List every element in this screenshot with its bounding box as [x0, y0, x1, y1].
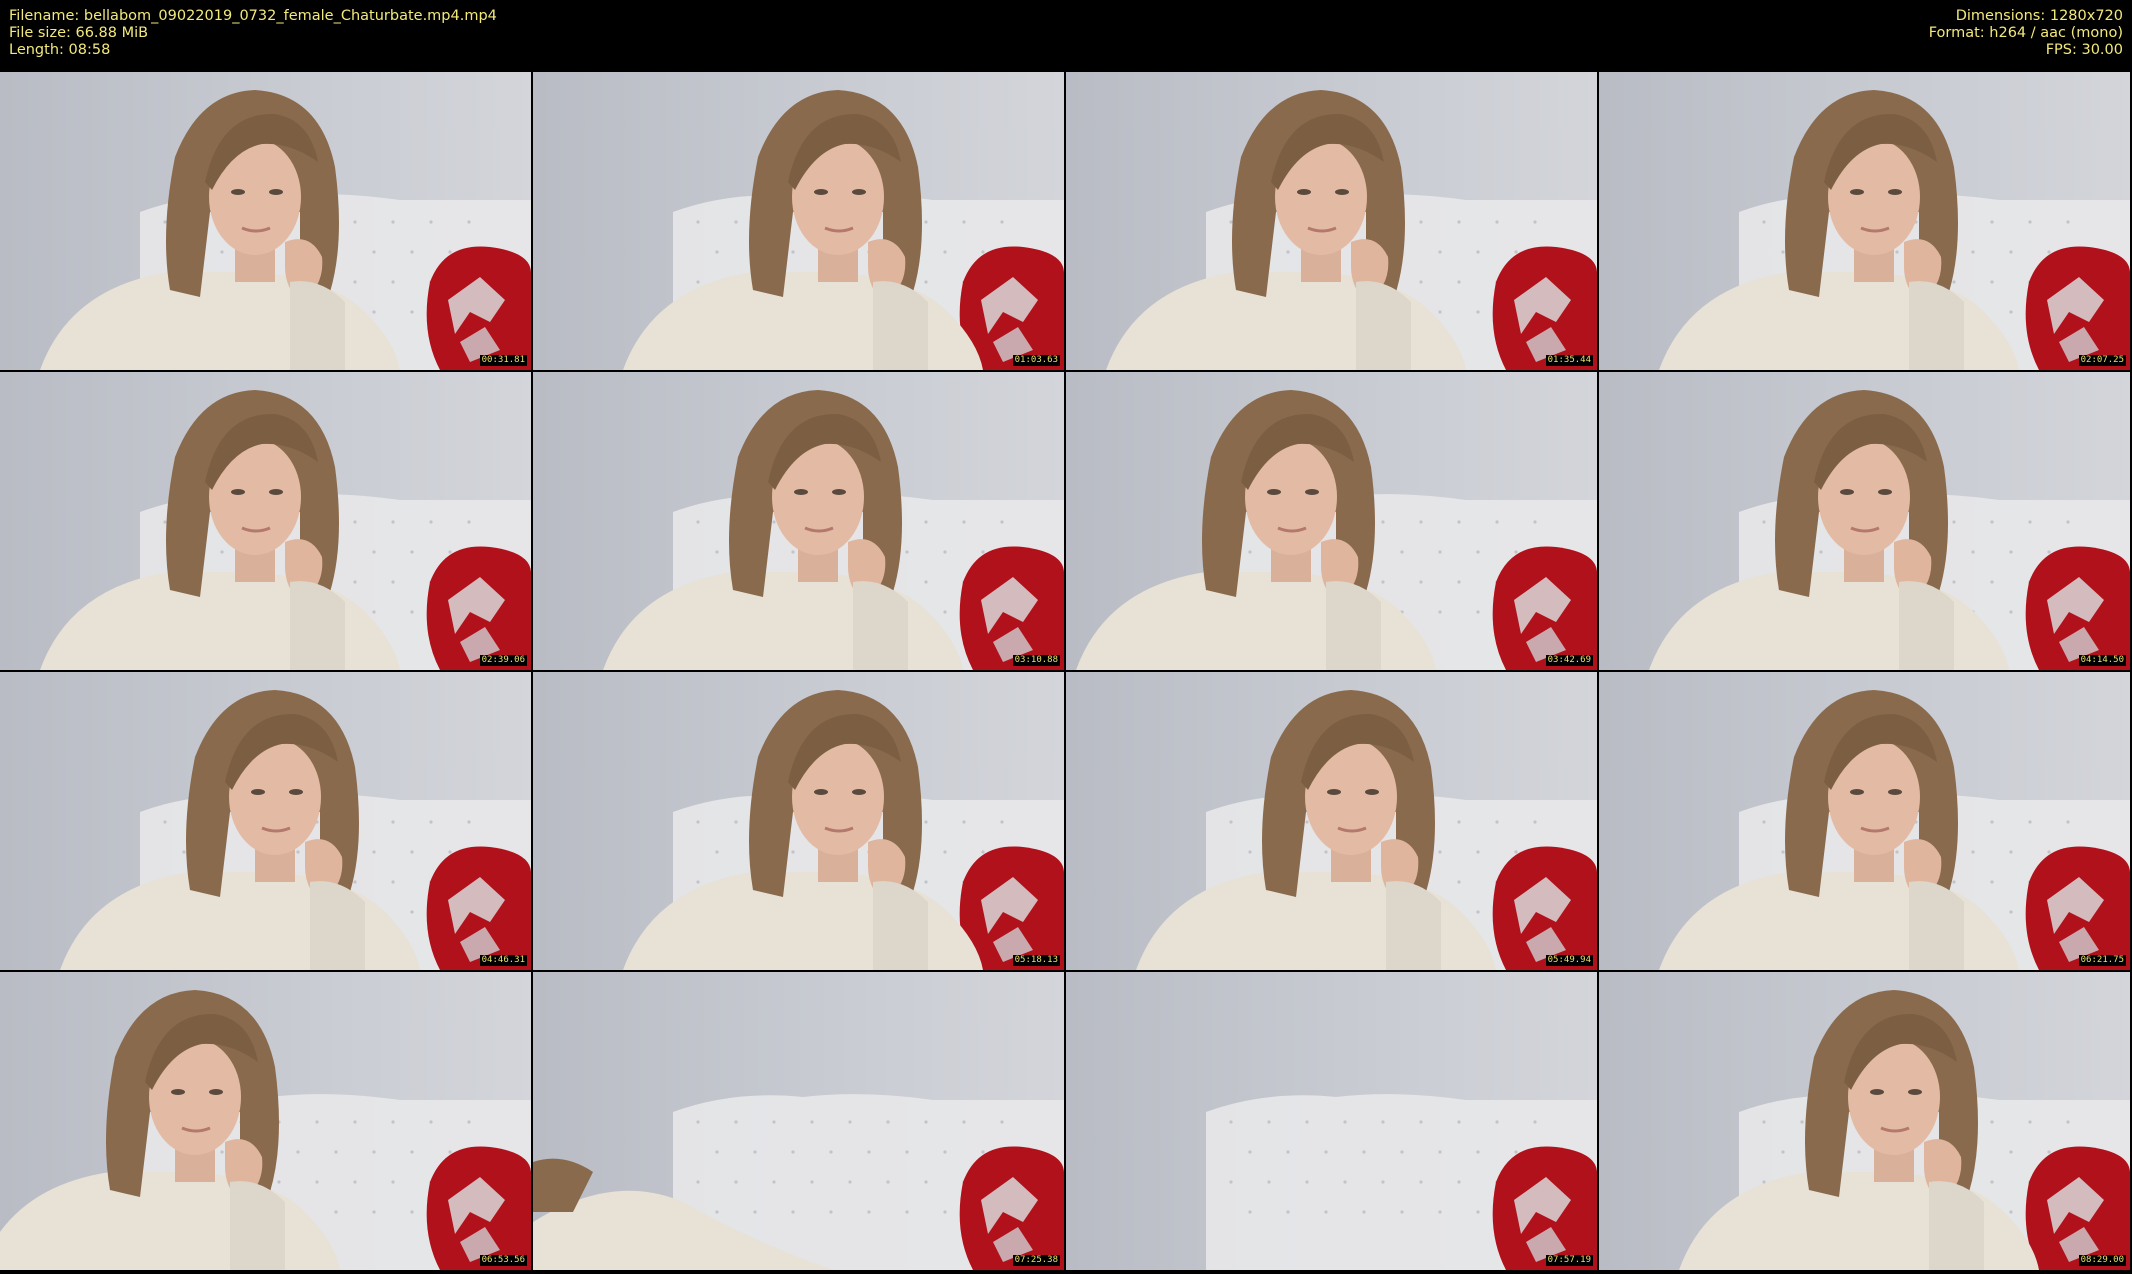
frame-timestamp: 05:49.94 [1545, 955, 1593, 966]
thumbnail-frame[interactable]: 03:10.88 [533, 372, 1064, 670]
red-pillow [2025, 246, 2130, 370]
video-frame-image [1599, 672, 2130, 970]
video-frame-image [0, 972, 531, 1270]
frame-timestamp: 03:42.69 [1545, 655, 1593, 666]
red-pillow [2025, 846, 2130, 970]
info-right: Dimensions: 1280x720 Format: h264 / aac … [1929, 8, 2123, 59]
thumbnail-frame[interactable]: 08:29.00 [1599, 972, 2130, 1270]
thumbnail-frame[interactable]: 03:42.69 [1066, 372, 1597, 670]
dimensions-label: Dimensions: 1280x720 [1955, 8, 2123, 24]
red-pillow [959, 546, 1064, 670]
red-pillow [959, 1146, 1064, 1270]
thumbnail-frame[interactable]: 00:31.81 [0, 72, 531, 370]
red-pillow [2025, 546, 2130, 670]
thumbnail-frame[interactable]: 02:07.25 [1599, 72, 2130, 370]
thumbnail-frame[interactable]: 05:18.13 [533, 672, 1064, 970]
frame-timestamp: 07:25.38 [1012, 1255, 1060, 1266]
fps-label: FPS: 30.00 [2045, 42, 2123, 58]
frame-timestamp: 00:31.81 [479, 355, 527, 366]
frame-timestamp: 06:21.75 [2078, 955, 2126, 966]
thumbnail-frame[interactable]: 07:57.19 [1066, 972, 1597, 1270]
info-header: Filename: bellabom_09022019_0732_female_… [0, 0, 2132, 72]
red-pillow [426, 546, 531, 670]
video-frame-image [1599, 972, 2130, 1270]
thumbnail-frame[interactable]: 06:53.56 [0, 972, 531, 1270]
frame-timestamp: 07:57.19 [1545, 1255, 1593, 1266]
red-pillow [1492, 1146, 1597, 1270]
filesize-label: File size: 66.88 MiB [9, 25, 149, 41]
thumbnail-frame[interactable]: 04:46.31 [0, 672, 531, 970]
video-frame-image [1066, 72, 1597, 370]
thumbnail-frame[interactable]: 02:39.06 [0, 372, 531, 670]
video-frame-image [0, 672, 531, 970]
video-frame-image [533, 672, 1064, 970]
red-pillow [426, 846, 531, 970]
video-frame-image [0, 372, 531, 670]
video-frame-image [1066, 672, 1597, 970]
thumbnail-frame[interactable]: 05:49.94 [1066, 672, 1597, 970]
frame-timestamp: 02:07.25 [2078, 355, 2126, 366]
video-frame-image [0, 72, 531, 370]
thumbnail-frame[interactable]: 04:14.50 [1599, 372, 2130, 670]
frame-timestamp: 06:53.56 [479, 1255, 527, 1266]
frame-timestamp: 02:39.06 [479, 655, 527, 666]
frame-timestamp: 01:03.63 [1012, 355, 1060, 366]
red-pillow [426, 246, 531, 370]
thumbnail-grid: 00:31.81 01:03.63 01:35.44 02:07.25 02:39.06… [0, 72, 2132, 1274]
video-frame-image [1599, 372, 2130, 670]
frame-timestamp: 04:14.50 [2078, 655, 2126, 666]
red-pillow [1492, 546, 1597, 670]
length-label: Length: 08:58 [9, 42, 111, 58]
thumbnail-frame[interactable]: 07:25.38 [533, 972, 1064, 1270]
video-frame-image [533, 372, 1064, 670]
red-pillow [1492, 246, 1597, 370]
red-pillow [426, 1146, 531, 1270]
frame-timestamp: 05:18.13 [1012, 955, 1060, 966]
red-pillow [1492, 846, 1597, 970]
video-frame-image [533, 972, 1064, 1270]
video-frame-image [533, 72, 1064, 370]
frame-timestamp: 04:46.31 [479, 955, 527, 966]
video-frame-image [1066, 972, 1597, 1270]
frame-timestamp: 01:35.44 [1545, 355, 1593, 366]
thumbnail-frame[interactable]: 01:35.44 [1066, 72, 1597, 370]
frame-timestamp: 03:10.88 [1012, 655, 1060, 666]
frame-timestamp: 08:29.00 [2078, 1255, 2126, 1266]
video-frame-image [1066, 372, 1597, 670]
thumbnail-frame[interactable]: 06:21.75 [1599, 672, 2130, 970]
info-left: Filename: bellabom_09022019_0732_female_… [9, 8, 497, 59]
video-frame-image [1599, 72, 2130, 370]
thumbnail-frame[interactable]: 01:03.63 [533, 72, 1064, 370]
red-pillow [2025, 1146, 2130, 1270]
format-label: Format: h264 / aac (mono) [1928, 25, 2123, 41]
filename-label: Filename: bellabom_09022019_0732_female_… [9, 8, 497, 24]
